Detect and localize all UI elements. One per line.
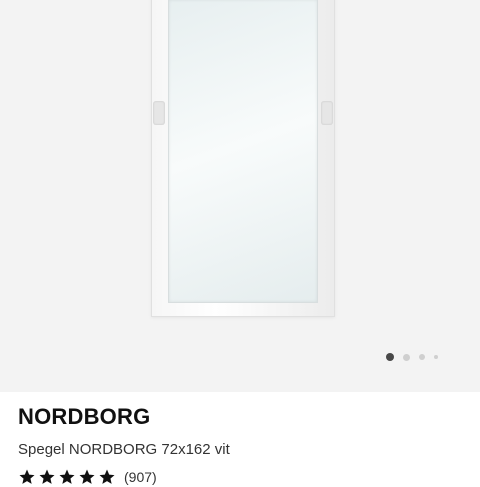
star-icon bbox=[79, 469, 95, 484]
carousel-dot-active[interactable] bbox=[386, 353, 394, 361]
frame-ornament-right bbox=[321, 101, 333, 125]
product-image[interactable] bbox=[0, 0, 480, 392]
frame-ornament-left bbox=[153, 101, 165, 125]
rating-row[interactable]: (907) bbox=[18, 467, 157, 487]
review-count[interactable]: (907) bbox=[124, 468, 157, 486]
brand-title: NORDBORG bbox=[18, 404, 151, 429]
star-icon bbox=[39, 469, 55, 484]
carousel-dot[interactable] bbox=[403, 353, 410, 361]
star-icon bbox=[19, 469, 35, 484]
star-icon bbox=[99, 469, 115, 484]
star-icon bbox=[59, 469, 75, 484]
carousel-dot[interactable] bbox=[419, 354, 425, 360]
carousel-indicator[interactable] bbox=[386, 352, 438, 362]
carousel-dot[interactable] bbox=[434, 355, 438, 359]
product-name: Spegel NORDBORG 72x162 vit bbox=[18, 441, 230, 458]
mirror-glass bbox=[168, 0, 318, 303]
mirror-frame bbox=[151, 0, 335, 317]
